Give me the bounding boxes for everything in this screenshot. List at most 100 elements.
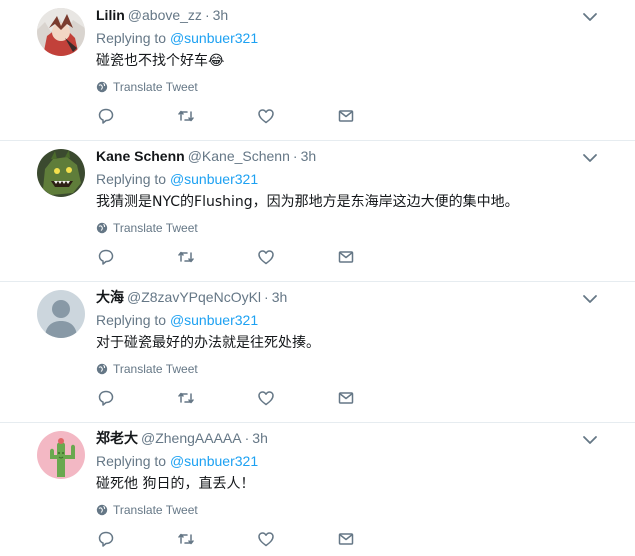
replying-to: Replying to @sunbuer321 [96, 29, 258, 47]
avatar[interactable] [37, 431, 85, 479]
mention-link[interactable]: @sunbuer321 [170, 312, 258, 328]
like-button[interactable] [256, 247, 276, 267]
envelope-icon [338, 110, 354, 122]
replying-to: Replying to @sunbuer321 [96, 311, 258, 329]
display-name[interactable]: Lilin [96, 7, 125, 23]
tweet-text: 对于碰瓷最好的办法就是往死处揍。 [96, 335, 320, 351]
mention-link[interactable]: @sunbuer321 [170, 453, 258, 469]
translate-tweet-link[interactable]: Translate Tweet [96, 220, 198, 236]
direct-message-button[interactable] [336, 388, 356, 408]
replying-to-label: Replying to [96, 453, 167, 469]
avatar[interactable] [37, 290, 85, 338]
envelope-icon [338, 392, 354, 404]
tweet-text: 碰死他 狗日的，直丢人！ [96, 476, 255, 492]
envelope-icon [338, 251, 354, 263]
avatar[interactable] [37, 149, 85, 197]
like-button[interactable] [256, 529, 276, 549]
tweet-text: 我猜测是NYC的Flushing，因为那地方是东海岸这边大便的集中地。 [96, 194, 519, 210]
retweet-icon [178, 251, 194, 263]
user-handle[interactable]: @Kane_Schenn [188, 148, 290, 164]
tweet-actions [96, 529, 376, 549]
chevron-down-icon[interactable] [581, 290, 599, 308]
heart-icon [258, 109, 274, 124]
retweet-icon [178, 533, 194, 545]
replying-to-label: Replying to [96, 30, 167, 46]
separator-dot: · [204, 7, 210, 23]
translate-label: Translate Tweet [113, 80, 198, 94]
reply-icon [98, 249, 114, 265]
reply-icon [98, 390, 114, 406]
reply-button[interactable] [96, 388, 116, 408]
tweet-actions [96, 106, 376, 126]
anime-character-avatar-icon [37, 8, 85, 56]
tweet-reply[interactable]: Lilin @above_zz · 3h Replying to @sunbuer32… [0, 0, 635, 141]
tweet-reply[interactable]: 大海 @Z8zavYPqeNcOyKl · 3h Replying to @sunbu… [0, 282, 635, 423]
green-monster-avatar-icon [37, 149, 85, 197]
user-handle[interactable]: @Z8zavYPqeNcOyKl [127, 289, 261, 305]
cactus-avatar-icon [37, 431, 85, 479]
display-name[interactable]: Kane Schenn [96, 148, 185, 164]
default-profile-avatar-icon [37, 290, 85, 338]
reply-icon [98, 531, 114, 547]
replying-to-label: Replying to [96, 312, 167, 328]
direct-message-button[interactable] [336, 247, 356, 267]
globe-icon [96, 363, 108, 375]
replying-to: Replying to @sunbuer321 [96, 170, 258, 188]
replying-to-label: Replying to [96, 171, 167, 187]
like-button[interactable] [256, 106, 276, 126]
retweet-button[interactable] [176, 529, 196, 549]
globe-icon [96, 81, 108, 93]
translate-tweet-link[interactable]: Translate Tweet [96, 361, 198, 377]
globe-icon [96, 504, 108, 516]
translate-label: Translate Tweet [113, 503, 198, 517]
heart-icon [258, 391, 274, 406]
retweet-icon [178, 110, 194, 122]
tweet-text: 碰瓷也不找个好车😂 [96, 53, 225, 69]
tweet-header: 大海 @Z8zavYPqeNcOyKl · 3h [96, 288, 287, 307]
tweet-reply[interactable]: 郑老大 @ZhengAAAAA · 3h Replying to @sunbuer32… [0, 423, 635, 556]
tweet-reply[interactable]: Kane Schenn @Kane_Schenn · 3h Replying to @… [0, 141, 635, 282]
tweet-header: 郑老大 @ZhengAAAAA · 3h [96, 429, 268, 448]
direct-message-button[interactable] [336, 529, 356, 549]
mention-link[interactable]: @sunbuer321 [170, 171, 258, 187]
reply-icon [98, 108, 114, 124]
mention-link[interactable]: @sunbuer321 [170, 30, 258, 46]
retweet-button[interactable] [176, 247, 196, 267]
replying-to: Replying to @sunbuer321 [96, 452, 258, 470]
globe-icon [96, 222, 108, 234]
reply-button[interactable] [96, 106, 116, 126]
reply-button[interactable] [96, 247, 116, 267]
translate-tweet-link[interactable]: Translate Tweet [96, 79, 198, 95]
tweet-actions [96, 247, 376, 267]
separator-dot: · [264, 289, 269, 305]
display-name[interactable]: 郑老大 [96, 430, 138, 446]
timestamp[interactable]: 3h [272, 289, 288, 305]
timestamp[interactable]: 3h [252, 430, 268, 446]
translate-label: Translate Tweet [113, 362, 198, 376]
heart-icon [258, 532, 274, 547]
avatar[interactable] [37, 8, 85, 56]
direct-message-button[interactable] [336, 106, 356, 126]
envelope-icon [338, 533, 354, 545]
display-name[interactable]: 大海 [96, 289, 124, 305]
translate-label: Translate Tweet [113, 221, 198, 235]
retweet-button[interactable] [176, 388, 196, 408]
retweet-icon [178, 392, 194, 404]
user-handle[interactable]: @ZhengAAAAA [141, 430, 242, 446]
tweet-actions [96, 388, 376, 408]
translate-tweet-link[interactable]: Translate Tweet [96, 502, 198, 518]
separator-dot: · [244, 430, 250, 446]
timestamp[interactable]: 3h [213, 7, 229, 23]
chevron-down-icon[interactable] [581, 431, 599, 449]
tweet-header: Lilin @above_zz · 3h [96, 6, 228, 25]
heart-icon [258, 250, 274, 265]
tweet-header: Kane Schenn @Kane_Schenn · 3h [96, 147, 316, 166]
reply-button[interactable] [96, 529, 116, 549]
like-button[interactable] [256, 388, 276, 408]
chevron-down-icon[interactable] [581, 8, 599, 26]
user-handle[interactable]: @above_zz [128, 7, 202, 23]
retweet-button[interactable] [176, 106, 196, 126]
chevron-down-icon[interactable] [581, 149, 599, 167]
timestamp[interactable]: 3h [301, 148, 317, 164]
separator-dot: · [292, 148, 298, 164]
